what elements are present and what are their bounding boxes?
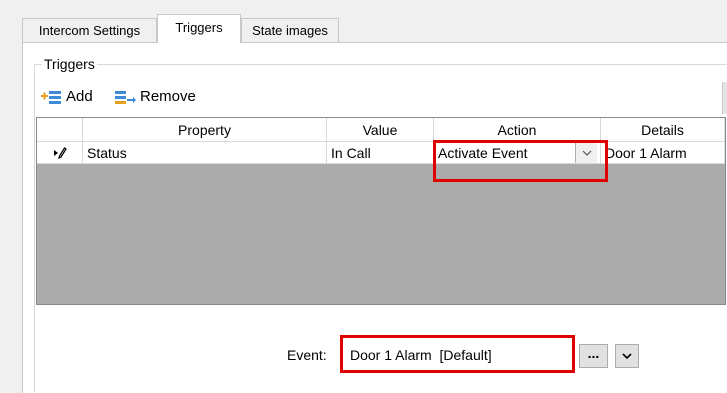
tab-state-images[interactable]: State images xyxy=(241,18,339,42)
toolbar-edge xyxy=(722,82,727,114)
window-left-edge xyxy=(0,0,6,392)
remove-button[interactable]: Remove xyxy=(114,86,196,108)
highlight-event-field xyxy=(340,335,575,373)
triggers-grid[interactable]: Property Value Action Details Status In … xyxy=(36,117,726,305)
row-selector[interactable] xyxy=(37,142,83,164)
window-top-edge xyxy=(0,0,727,6)
edit-row-pencil-icon xyxy=(54,147,67,160)
remove-button-label: Remove xyxy=(140,88,196,105)
column-header-value[interactable]: Value xyxy=(327,118,434,142)
event-browse-button[interactable]: ... xyxy=(579,344,608,368)
row-header-corner xyxy=(37,118,83,142)
highlight-action-dropdown xyxy=(433,140,608,182)
tab-triggers[interactable]: Triggers xyxy=(157,14,241,43)
column-header-action[interactable]: Action xyxy=(434,118,601,142)
column-header-property[interactable]: Property xyxy=(83,118,327,142)
cell-details[interactable]: Door 1 Alarm xyxy=(601,142,725,164)
remove-row-icon xyxy=(115,91,136,104)
chevron-down-icon xyxy=(622,353,632,359)
add-row-icon xyxy=(41,91,61,104)
tab-intercom-settings[interactable]: Intercom Settings xyxy=(22,18,157,42)
group-title: Triggers xyxy=(42,55,97,73)
cell-property[interactable]: Status xyxy=(83,142,327,164)
column-header-details[interactable]: Details xyxy=(601,118,725,142)
add-button-label: Add xyxy=(66,88,93,105)
browse-label: ... xyxy=(587,345,600,361)
group-border-left xyxy=(34,64,35,392)
event-dropdown-button[interactable] xyxy=(615,344,639,368)
cell-value[interactable]: In Call xyxy=(327,142,434,164)
add-button[interactable]: Add xyxy=(40,86,93,108)
event-label: Event: xyxy=(287,347,327,363)
group-border-top xyxy=(34,64,727,65)
